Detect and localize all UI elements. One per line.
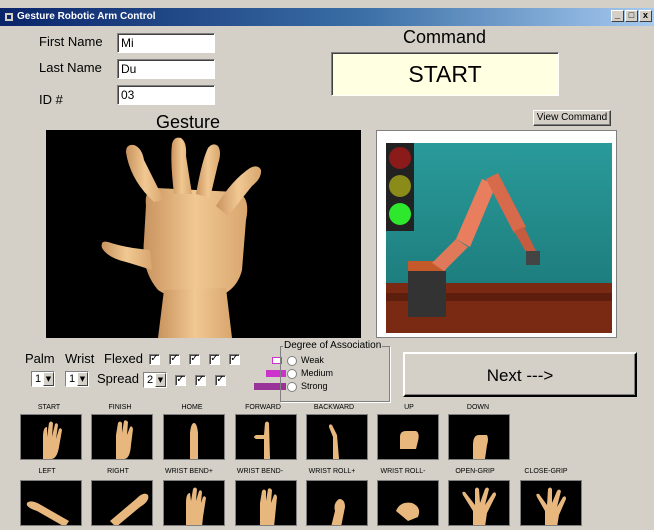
gesture-thumb-close-grip[interactable] [520,480,582,526]
palm-dropdown-icon[interactable]: ▼ [43,372,54,386]
hand-right-icon [110,493,149,525]
weak-label: Weak [301,355,324,365]
id-label: ID # [39,92,63,107]
gesture-thumb-wrist-roll-minus[interactable] [377,480,439,526]
spread-select[interactable]: 2 ▼ [143,372,167,388]
spread-dropdown-icon[interactable]: ▼ [155,373,166,387]
command-display: START [331,52,559,96]
gesture-label-backward: BACKWARD [313,404,355,411]
gesture-thumb-down[interactable] [448,414,510,460]
gesture-viewport [46,130,361,338]
title-bar: Gesture Robotic Arm Control _ □ x [0,8,654,26]
flexed-checkbox-5[interactable]: ✓ [229,354,240,365]
weak-radio[interactable] [287,356,297,366]
wrist-dropdown-icon[interactable]: ▼ [77,372,88,386]
gesture-label-start: START [37,404,61,411]
wrist-select[interactable]: 1 ▼ [65,371,89,387]
traffic-light [386,143,414,231]
gesture-thumb-up[interactable] [377,414,439,460]
degree-of-association-group: Degree of Association Weak Medium Strong [280,340,390,402]
app-icon [5,13,13,21]
main-window: Gesture Robotic Arm Control _ □ x First Na… [0,0,654,530]
hand-left-icon [26,501,69,525]
spread-label: Spread [97,371,139,386]
id-field[interactable]: 03 [117,85,215,105]
gesture-label-wrist-bend-minus: WRIST BEND- [236,468,284,475]
first-name-label: First Name [39,34,103,49]
green-light-icon [389,203,411,225]
spread-checkbox-3[interactable]: ✓ [215,375,226,386]
minimize-button[interactable]: _ [611,10,624,22]
hand-bend-down-icon [260,488,277,525]
gesture-label-forward: FORWARD [245,404,281,411]
window-controls: _ □ x [610,10,652,24]
close-button[interactable]: x [639,10,652,22]
gesture-thumb-wrist-roll-plus[interactable] [306,480,368,526]
gesture-label-left: LEFT [38,468,56,475]
yellow-light-icon [389,175,411,197]
maximize-button[interactable]: □ [625,10,638,22]
robot-scene [386,143,612,333]
flexed-checkbox-2[interactable]: ✓ [169,354,180,365]
flat-hand-icon [116,420,133,459]
gesture-thumb-wrist-bend-minus[interactable] [235,480,297,526]
gesture-label-open-grip: OPEN-GRIP [455,468,495,475]
last-name-field[interactable]: Du [117,59,215,79]
gesture-thumb-right[interactable] [91,480,153,526]
strong-label: Strong [301,381,328,391]
hand-roll-ccw-icon [396,502,420,521]
red-light-icon [389,147,411,169]
hand-roll-cw-icon [331,499,345,525]
robot-view-frame [376,130,617,338]
gesture-label-wrist-roll-plus: WRIST ROLL+ [308,468,356,475]
window-title: Gesture Robotic Arm Control [17,11,156,22]
wrist-label: Wrist [65,351,95,366]
first-name-field[interactable]: Mi [117,33,215,53]
fist-down-icon [473,435,488,459]
gesture-thumb-wrist-bend-plus[interactable] [163,480,225,526]
gesture-thumb-start[interactable] [20,414,82,460]
hand-spread-icon [462,487,496,525]
palm-select[interactable]: 1 ▼ [31,371,55,387]
flexed-label: Flexed [104,351,144,366]
hand-grip-icon [536,487,566,525]
gesture-thumb-left[interactable] [20,480,82,526]
open-hand-icon [43,421,62,459]
spread-checkbox-2[interactable]: ✓ [195,375,206,386]
thumb-back-icon [329,424,339,459]
flexed-checkbox-1[interactable]: ✓ [149,354,160,365]
side-hand-icon [190,423,198,459]
gesture-thumb-home[interactable] [163,414,225,460]
flexed-checkbox-3[interactable]: ✓ [189,354,200,365]
gesture-label-right: RIGHT [107,468,129,475]
gesture-label-wrist-bend-plus: WRIST BEND+ [165,468,213,475]
flexed-checkbox-4[interactable]: ✓ [209,354,220,365]
association-legend: Degree of Association [283,340,383,351]
strong-radio[interactable] [287,382,297,392]
gesture-thumb-backward[interactable] [306,414,368,460]
palm-label: Palm [25,351,55,366]
robot-arm-image [386,143,612,333]
medium-label: Medium [301,368,334,378]
gesture-label-up: UP [404,404,414,411]
last-name-label: Last Name [39,60,102,75]
gesture-label-finish: FINISH [108,404,132,411]
fist-icon [400,431,419,449]
gesture-thumb-forward[interactable] [235,414,297,460]
gesture-thumb-finish[interactable] [91,414,153,460]
gesture-thumb-open-grip[interactable] [448,480,510,526]
command-heading: Command [403,27,487,47]
hand-model-image [101,137,262,338]
next-button[interactable]: Next ---> [403,352,637,397]
gesture-label-down: DOWN [466,404,490,411]
spread-checkbox-1[interactable]: ✓ [175,375,186,386]
medium-radio[interactable] [287,369,297,379]
gesture-label-close-grip: CLOSE-GRIP [524,468,568,475]
pointing-hand-icon [254,421,270,459]
gesture-label-wrist-roll-minus: WRIST ROLL- [380,468,426,475]
gesture-label-home: HOME [181,404,203,411]
view-command-button[interactable]: View Command [533,110,611,126]
hand-bend-up-icon [186,487,206,525]
